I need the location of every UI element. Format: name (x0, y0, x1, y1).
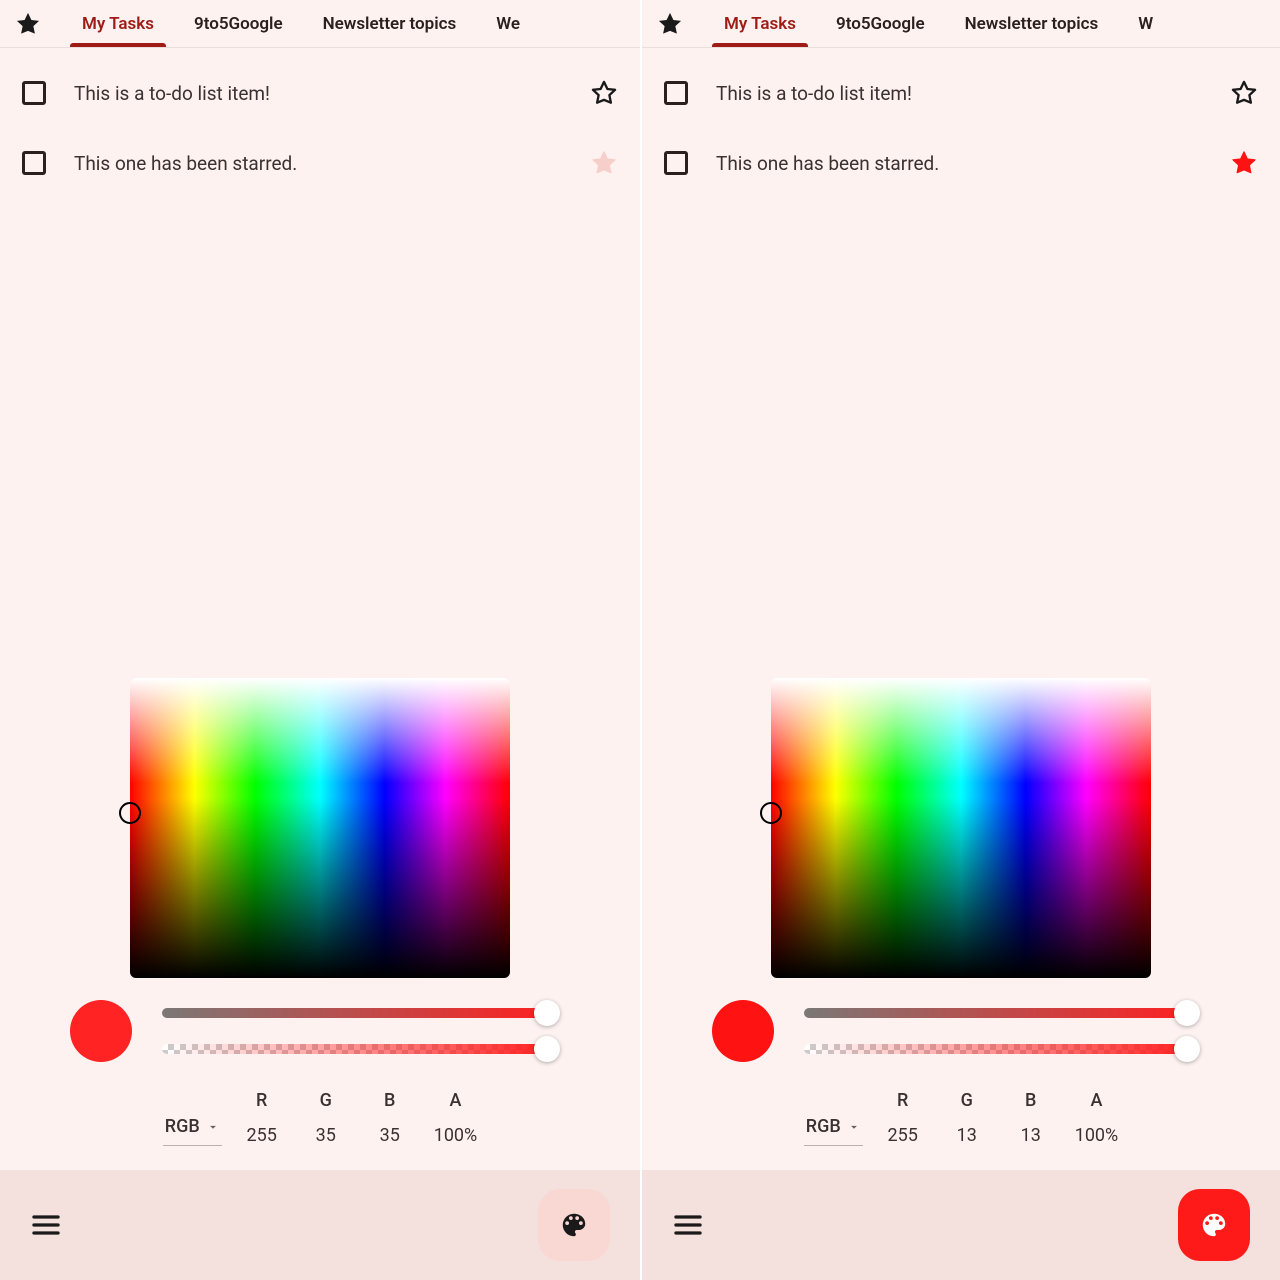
channel-r[interactable]: R 255 (242, 1090, 282, 1146)
tab-9to5google[interactable]: 9to5Google (176, 0, 301, 47)
bottom-bar (0, 1170, 640, 1280)
task-row[interactable]: This is a to-do list item! (22, 58, 618, 128)
channel-b[interactable]: B 13 (1011, 1090, 1051, 1146)
task-star-icon[interactable] (1230, 79, 1258, 107)
tab-we[interactable]: We (478, 0, 538, 47)
alpha-slider[interactable] (804, 1044, 1192, 1054)
channel-g[interactable]: G 13 (947, 1090, 987, 1146)
color-mode-label: RGB (165, 1116, 200, 1137)
color-picker: RGB R 255 G 13 B 13 A 100% (642, 678, 1280, 1170)
channel-label: R (242, 1090, 282, 1111)
task-text: This one has been starred. (74, 152, 562, 175)
task-text: This is a to-do list item! (716, 82, 1202, 105)
starred-tab-icon[interactable] (656, 10, 684, 38)
hue-slider[interactable] (804, 1008, 1192, 1018)
slider-thumb[interactable] (534, 1000, 560, 1026)
hue-slider[interactable] (162, 1008, 552, 1018)
task-row[interactable]: This is a to-do list item! (664, 58, 1258, 128)
task-text: This is a to-do list item! (74, 82, 562, 105)
palette-fab[interactable] (1178, 1189, 1250, 1261)
task-list: This is a to-do list item! This one has b… (642, 48, 1280, 198)
tab-9to5google[interactable]: 9to5Google (818, 0, 943, 47)
spectrum-cursor[interactable] (119, 802, 141, 824)
task-row[interactable]: This one has been starred. (22, 128, 618, 198)
chevron-down-icon (847, 1120, 861, 1134)
tab-my-tasks[interactable]: My Tasks (706, 0, 814, 47)
channel-value: 35 (370, 1125, 410, 1146)
palette-fab[interactable] (538, 1189, 610, 1261)
color-swatch (70, 1000, 132, 1062)
channel-label: G (947, 1090, 987, 1111)
chevron-down-icon (206, 1120, 220, 1134)
color-picker: RGB R 255 G 35 B 35 A 100% (0, 678, 640, 1170)
slider-thumb[interactable] (1174, 1036, 1200, 1062)
channel-label: G (306, 1090, 346, 1111)
channel-label: A (1075, 1090, 1119, 1111)
channel-value: 255 (242, 1125, 282, 1146)
task-star-icon[interactable] (590, 79, 618, 107)
menu-icon[interactable] (672, 1209, 704, 1241)
channel-a[interactable]: A 100% (1075, 1090, 1119, 1146)
color-mode-label: RGB (806, 1116, 841, 1137)
channel-value: 13 (947, 1125, 987, 1146)
task-star-icon[interactable] (590, 149, 618, 177)
app-panel: My Tasks9to5GoogleNewsletter topicsWeThi… (0, 0, 640, 1280)
color-swatch (712, 1000, 774, 1062)
task-star-icon[interactable] (1230, 149, 1258, 177)
tab-newsletter-topics[interactable]: Newsletter topics (947, 0, 1117, 47)
task-list: This is a to-do list item! This one has b… (0, 48, 640, 198)
channel-value: 35 (306, 1125, 346, 1146)
channel-g[interactable]: G 35 (306, 1090, 346, 1146)
task-row[interactable]: This one has been starred. (664, 128, 1258, 198)
color-spectrum[interactable] (771, 678, 1151, 978)
menu-icon[interactable] (30, 1209, 62, 1241)
channel-b[interactable]: B 35 (370, 1090, 410, 1146)
tab-strip: My Tasks9to5GoogleNewsletter topicsWe (0, 0, 640, 48)
task-checkbox[interactable] (664, 81, 688, 105)
channel-value: 255 (883, 1125, 923, 1146)
starred-tab-icon[interactable] (14, 10, 42, 38)
color-mode-select[interactable]: RGB (804, 1112, 863, 1146)
channel-label: R (883, 1090, 923, 1111)
channel-a[interactable]: A 100% (434, 1090, 478, 1146)
channel-value: 100% (434, 1125, 478, 1146)
bottom-bar (642, 1170, 1280, 1280)
channel-r[interactable]: R 255 (883, 1090, 923, 1146)
tab-my-tasks[interactable]: My Tasks (64, 0, 172, 47)
task-checkbox[interactable] (22, 151, 46, 175)
channel-value: 13 (1011, 1125, 1051, 1146)
spectrum-cursor[interactable] (760, 802, 782, 824)
task-checkbox[interactable] (22, 81, 46, 105)
channel-value: 100% (1075, 1125, 1119, 1146)
channel-label: B (1011, 1090, 1051, 1111)
task-text: This one has been starred. (716, 152, 1202, 175)
app-panel: My Tasks9to5GoogleNewsletter topicsWThis… (640, 0, 1280, 1280)
color-mode-select[interactable]: RGB (163, 1112, 222, 1146)
slider-thumb[interactable] (534, 1036, 560, 1062)
tab-w[interactable]: W (1120, 0, 1171, 47)
tab-newsletter-topics[interactable]: Newsletter topics (305, 0, 475, 47)
slider-thumb[interactable] (1174, 1000, 1200, 1026)
alpha-slider[interactable] (162, 1044, 552, 1054)
channel-label: A (434, 1090, 478, 1111)
task-checkbox[interactable] (664, 151, 688, 175)
tab-strip: My Tasks9to5GoogleNewsletter topicsW (642, 0, 1280, 48)
color-spectrum[interactable] (130, 678, 510, 978)
channel-label: B (370, 1090, 410, 1111)
